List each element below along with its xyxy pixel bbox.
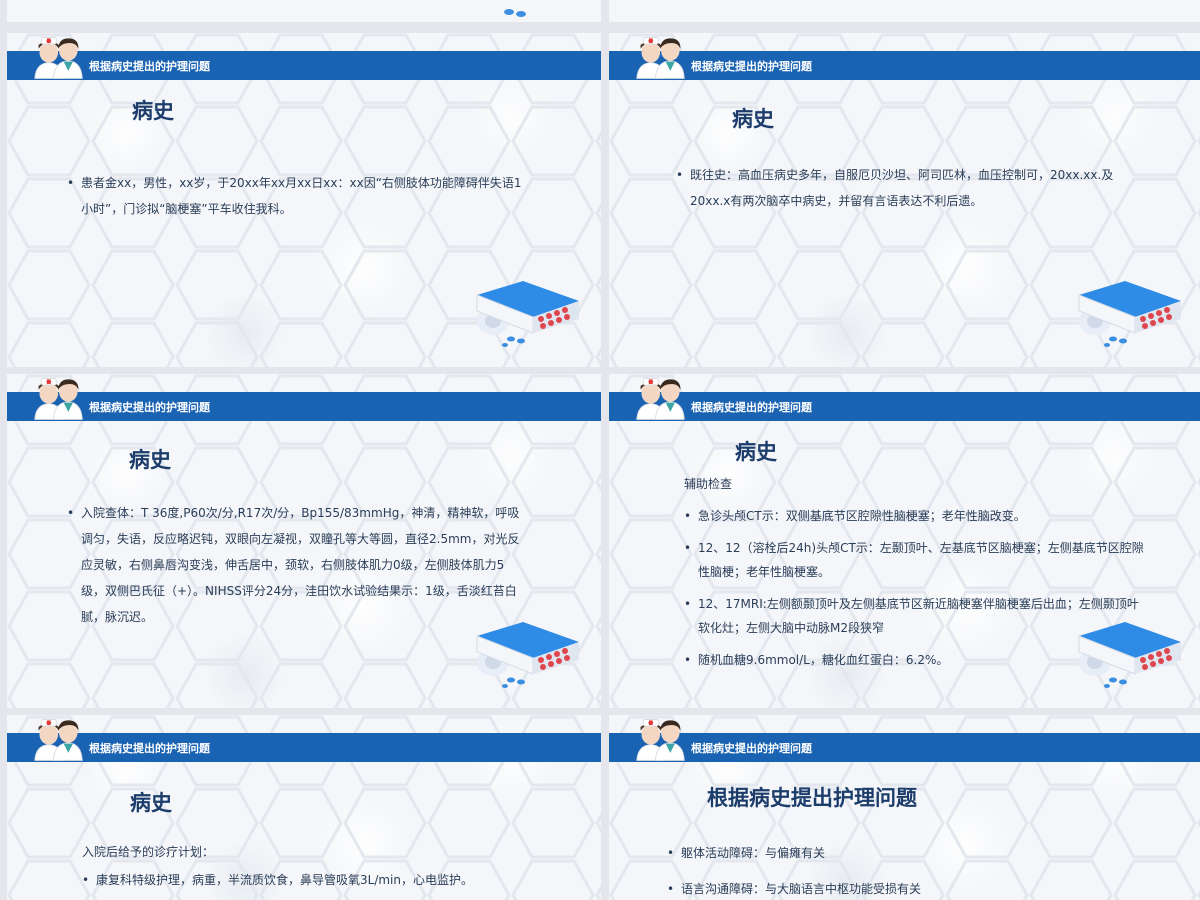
header-bar: 根据病史提出的护理问题: [7, 392, 601, 421]
medicine-illustration: [1078, 280, 1182, 348]
slide-2[interactable]: 根据病史提出的护理问题 病史 既往史：高血压病史多年，自服厄贝沙坦、阿司匹林，血…: [609, 33, 1200, 367]
section-intro: 辅助检查: [684, 477, 733, 491]
medicine-illustration: [476, 621, 580, 689]
slide-title: 病史: [130, 791, 172, 815]
bullet-item: 患者金xx，男性，xx岁，于20xx年xx月xx日xx：xx因“右侧肢体功能障碍…: [67, 170, 527, 222]
medical-staff-icon: [636, 378, 685, 420]
medicine-illustration: [476, 280, 580, 348]
slide-1[interactable]: 根据病史提出的护理问题 病史 患者金xx，男性，xx岁，于20xx年xx月xx日…: [7, 33, 601, 367]
header-label: 根据病史提出的护理问题: [89, 401, 210, 414]
medicine-illustration: [1078, 621, 1182, 689]
slide-title: 病史: [732, 107, 774, 131]
slide-5[interactable]: 根据病史提出的护理问题 病史 入院后给予的诊疗计划： 康复科特级护理，病重，半流…: [7, 715, 601, 900]
partial-slide-top-right: [609, 0, 1200, 22]
header-bar: 根据病史提出的护理问题: [7, 733, 601, 762]
slide-content: 入院后给予的诊疗计划： 康复科特级护理，病重，半流质饮食，鼻导管吸氧3L/min…: [82, 839, 542, 893]
bullet-item: 入院查体：T 36度,P60次/分,R17次/分，Bp155/83mmHg，神清…: [67, 500, 527, 630]
medical-staff-icon: [636, 719, 685, 761]
partial-slide-top-left: [7, 0, 601, 22]
header-bar: 根据病史提出的护理问题: [609, 51, 1200, 80]
bullet-item: 语言沟通障碍：与大脑语言中枢功能受损有关: [667, 871, 1127, 900]
header-label: 根据病史提出的护理问题: [691, 60, 812, 73]
bullet-item: 急诊头颅CT示：双侧基底节区腔隙性脑梗塞；老年性脑改变。: [684, 504, 1144, 528]
slide-title: 病史: [735, 440, 777, 464]
slide-content: 入院查体：T 36度,P60次/分,R17次/分，Bp155/83mmHg，神清…: [67, 500, 527, 630]
slide-content: 躯体活动障碍：与偏瘫有关 语言沟通障碍：与大脑语言中枢功能受损有关: [667, 835, 1127, 900]
bullet-item: 躯体活动障碍：与偏瘫有关: [667, 835, 1127, 871]
slide-title: 病史: [129, 448, 171, 472]
slide-title: 病史: [132, 99, 174, 123]
header-bar: 根据病史提出的护理问题: [7, 51, 601, 80]
header-bar: 根据病史提出的护理问题: [609, 733, 1200, 762]
header-label: 根据病史提出的护理问题: [89, 742, 210, 755]
header-label: 根据病史提出的护理问题: [89, 60, 210, 73]
slide-6[interactable]: 根据病史提出的护理问题 根据病史提出护理问题 躯体活动障碍：与偏瘫有关 语言沟通…: [609, 715, 1200, 900]
slide-3[interactable]: 根据病史提出的护理问题 病史 入院查体：T 36度,P60次/分,R17次/分，…: [7, 374, 601, 708]
medical-staff-icon: [34, 378, 83, 420]
slide-content: 患者金xx，男性，xx岁，于20xx年xx月xx日xx：xx因“右侧肢体功能障碍…: [67, 170, 527, 222]
header-label: 根据病史提出的护理问题: [691, 401, 812, 414]
medical-staff-icon: [636, 37, 685, 79]
medical-staff-icon: [34, 37, 83, 79]
slide-title: 根据病史提出护理问题: [707, 786, 917, 810]
section-intro: 入院后给予的诊疗计划：: [82, 845, 215, 859]
header-label: 根据病史提出的护理问题: [691, 742, 812, 755]
header-bar: 根据病史提出的护理问题: [609, 392, 1200, 421]
bullet-item: 康复科特级护理，病重，半流质饮食，鼻导管吸氧3L/min，心电监护。: [82, 867, 542, 893]
slide-content: 既往史：高血压病史多年，自服厄贝沙坦、阿司匹林，血压控制可，20xx.xx.及2…: [676, 162, 1131, 214]
slide-4[interactable]: 根据病史提出的护理问题 病史 辅助检查 急诊头颅CT示：双侧基底节区腔隙性脑梗塞…: [609, 374, 1200, 708]
bullet-item: 12、12（溶栓后24h)头颅CT示：左颞顶叶、左基底节区脑梗塞；左侧基底节区腔…: [684, 536, 1144, 584]
bullet-item: 既往史：高血压病史多年，自服厄贝沙坦、阿司匹林，血压控制可，20xx.xx.及2…: [676, 162, 1131, 214]
medical-staff-icon: [34, 719, 83, 761]
medicine-illustration: [504, 9, 526, 17]
